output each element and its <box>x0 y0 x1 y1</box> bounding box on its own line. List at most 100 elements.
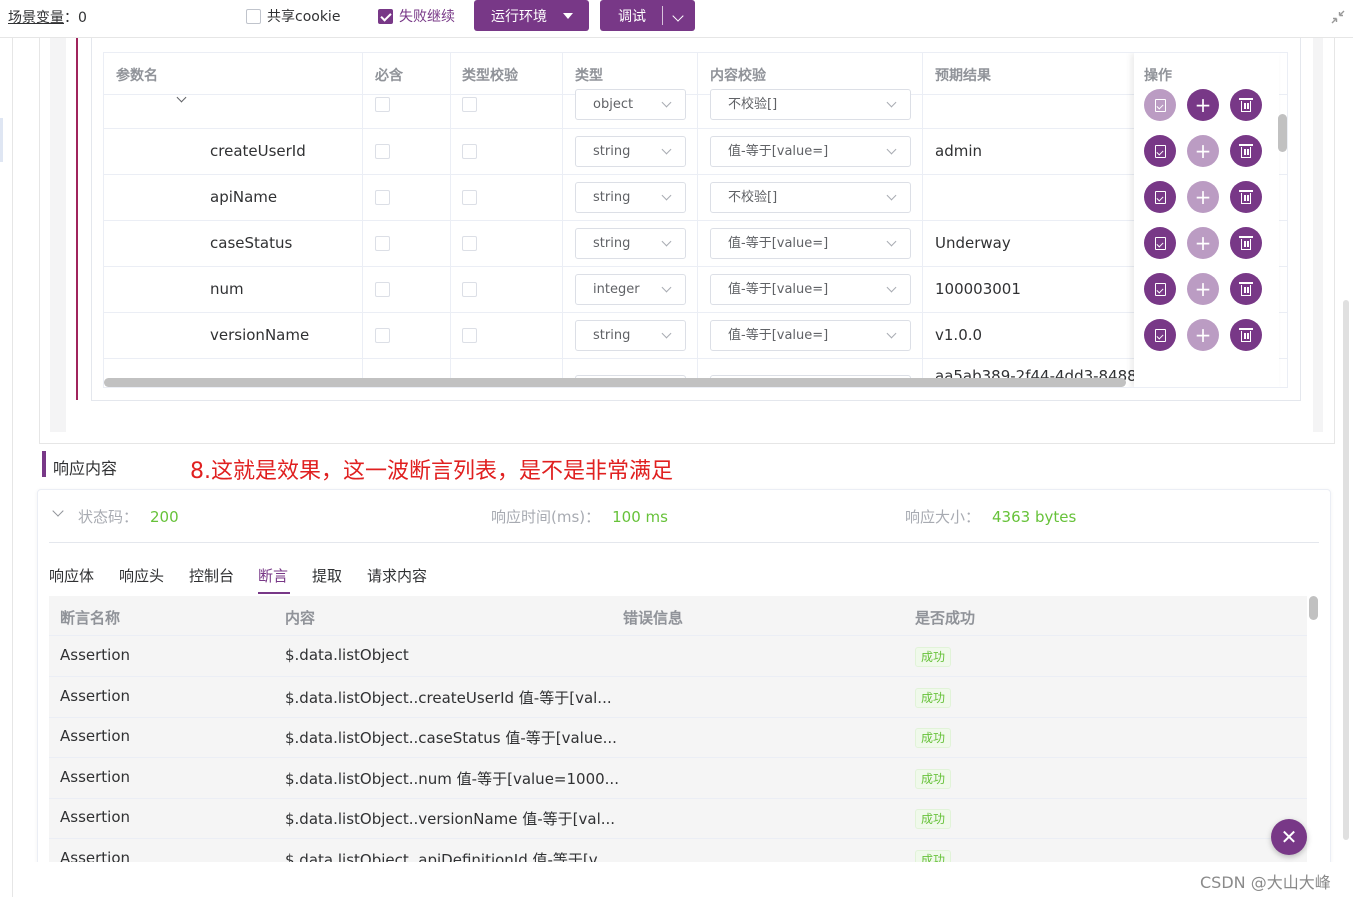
content-check-select[interactable]: 值-等于[value=] <box>710 228 911 259</box>
type-select[interactable]: string <box>575 320 686 351</box>
required-checkbox[interactable] <box>375 236 390 251</box>
chevron-down-icon <box>886 328 897 339</box>
type-check-checkbox[interactable] <box>462 144 477 159</box>
chevron-down-icon[interactable] <box>176 92 187 103</box>
type-check-checkbox[interactable] <box>462 328 477 343</box>
expected-value[interactable]: 100003001 <box>935 280 1021 298</box>
add-button[interactable]: + <box>1187 181 1219 213</box>
type-check-checkbox[interactable] <box>462 97 477 112</box>
chevron-down-icon <box>886 97 897 108</box>
type-check-checkbox[interactable] <box>462 282 477 297</box>
type-select[interactable]: object <box>575 89 686 120</box>
save-button[interactable] <box>1144 89 1176 121</box>
assertion-name: Assertion <box>60 727 131 745</box>
response-size: 响应大小： 4363 bytes <box>905 506 1076 527</box>
save-button[interactable] <box>1144 319 1176 351</box>
type-check-checkbox[interactable] <box>462 236 477 251</box>
checkbox-box-checked[interactable] <box>378 8 393 24</box>
required-checkbox[interactable] <box>375 328 390 343</box>
content-check-select[interactable]: 值-等于[value=] <box>710 274 911 305</box>
tab-assertions[interactable]: 断言 <box>258 565 288 586</box>
table-row: object 不校验[] <box>104 89 1287 129</box>
required-checkbox[interactable] <box>375 190 390 205</box>
content-check-select[interactable]: 值-等于[value=] <box>710 136 911 167</box>
content-check-select[interactable]: 值-等于[value=] <box>710 320 911 351</box>
chevron-down-icon <box>886 144 897 155</box>
required-checkbox[interactable] <box>375 144 390 159</box>
type-select[interactable]: integer <box>575 274 686 305</box>
section-accent <box>42 451 46 477</box>
required-checkbox[interactable] <box>375 97 390 112</box>
assertion-content: $.data.listObject..versionName 值-等于[val.… <box>285 810 616 828</box>
checkbox-box[interactable] <box>246 8 261 24</box>
assertions-scrollbar[interactable] <box>1309 596 1318 620</box>
collapse-icon[interactable] <box>1331 10 1345 28</box>
tab-response-headers[interactable]: 响应头 <box>119 565 164 586</box>
type-value: integer <box>593 282 640 297</box>
fail-continue-checkbox[interactable]: 失败继续 <box>378 6 455 26</box>
save-button[interactable] <box>1144 181 1176 213</box>
expected-value[interactable]: admin <box>935 142 982 160</box>
tab-request-content[interactable]: 请求内容 <box>367 565 427 586</box>
save-button[interactable] <box>1144 227 1176 259</box>
trash-icon <box>1239 328 1253 342</box>
delete-button[interactable] <box>1230 181 1262 213</box>
share-cookie-checkbox[interactable]: 共享cookie <box>246 6 340 26</box>
tab-extract[interactable]: 提取 <box>312 565 342 586</box>
delete-button[interactable] <box>1230 227 1262 259</box>
type-value: string <box>593 190 631 205</box>
save-button[interactable] <box>1144 273 1176 305</box>
content-check-select[interactable]: 不校验[] <box>710 182 911 213</box>
delete-button[interactable] <box>1230 89 1262 121</box>
status-value: 200 <box>150 508 179 526</box>
add-button[interactable]: + <box>1187 273 1219 305</box>
param-name: apiName <box>210 188 278 206</box>
vertical-scrollbar[interactable] <box>1278 114 1287 152</box>
debug-label: 调试 <box>618 8 646 25</box>
expected-value[interactable]: Underway <box>935 234 1011 252</box>
plus-icon: + <box>1194 139 1212 163</box>
type-select[interactable]: string <box>575 136 686 167</box>
plus-icon: + <box>1194 323 1212 347</box>
trash-icon <box>1239 98 1253 112</box>
expected-value[interactable]: v1.0.0 <box>935 326 982 344</box>
add-button[interactable]: + <box>1187 135 1219 167</box>
close-fab-button[interactable]: ✕ <box>1271 819 1307 855</box>
type-select[interactable]: string <box>575 228 686 259</box>
scene-var-sep: ： <box>64 10 78 26</box>
delete-button[interactable] <box>1230 319 1262 351</box>
header-error: 错误信息 <box>623 609 684 627</box>
type-value: string <box>593 144 631 159</box>
success-badge: 成功 <box>915 728 952 748</box>
add-button[interactable]: + <box>1187 89 1219 121</box>
add-button[interactable]: + <box>1187 319 1219 351</box>
save-button[interactable] <box>1144 135 1176 167</box>
debug-button[interactable]: 调试 <box>600 0 695 31</box>
content-check-value: 值-等于[value=] <box>728 144 829 159</box>
delete-button[interactable] <box>1230 273 1262 305</box>
required-checkbox[interactable] <box>375 282 390 297</box>
table-row: apiName string 不校验[] <box>104 175 1287 221</box>
scene-variables[interactable]: 场景变量：0 <box>8 7 87 27</box>
chevron-down-icon <box>672 9 684 22</box>
tab-response-body[interactable]: 响应体 <box>49 565 94 586</box>
delete-button[interactable] <box>1230 135 1262 167</box>
add-button[interactable]: + <box>1187 227 1219 259</box>
tab-console[interactable]: 控制台 <box>189 565 234 586</box>
scene-var-label[interactable]: 场景变量 <box>8 10 64 26</box>
run-env-button[interactable]: 运行环境 <box>474 0 589 31</box>
chevron-down-icon <box>886 190 897 201</box>
page-scrollbar[interactable] <box>1343 300 1349 840</box>
chevron-down-icon <box>661 282 672 293</box>
time-label: 响应时间(ms)： <box>491 508 601 526</box>
type-select[interactable]: string <box>575 182 686 213</box>
table-row: createUserId string 值-等于[value=] admin <box>104 129 1287 175</box>
assertion-name: Assertion <box>60 768 131 786</box>
type-check-checkbox[interactable] <box>462 190 477 205</box>
horizontal-scrollbar[interactable] <box>104 378 1126 387</box>
debug-dropdown[interactable] <box>663 8 684 24</box>
plus-icon: + <box>1194 277 1212 301</box>
split-divider <box>662 6 663 25</box>
accent-line <box>76 38 78 400</box>
content-check-select[interactable]: 不校验[] <box>710 89 911 120</box>
